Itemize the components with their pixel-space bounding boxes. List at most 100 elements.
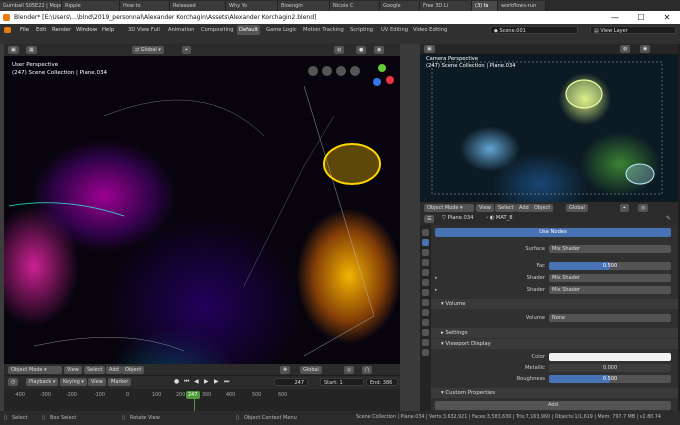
menu-help[interactable]: Help — [102, 24, 114, 36]
settings-section-header[interactable]: ▸ Settings — [431, 328, 678, 338]
blender-menu-icon[interactable] — [4, 27, 11, 33]
output-tab-icon[interactable] — [422, 259, 429, 266]
workspace-tab-scripting[interactable]: Scripting — [348, 25, 375, 35]
gizmo-z-axis-icon[interactable] — [373, 78, 381, 86]
end-frame-field[interactable]: End: 386 — [366, 378, 398, 386]
footer-transform-dropdown[interactable]: Global — [300, 366, 322, 374]
pivot-icon[interactable]: ✥ — [280, 366, 291, 374]
browser-tab[interactable]: Free 3D Li — [420, 1, 472, 11]
custom-properties-section-header[interactable]: ▾ Custom Properties — [431, 388, 678, 398]
minimize-button[interactable]: — — [606, 11, 624, 24]
expand-arrow-icon[interactable]: ▸ — [435, 285, 438, 295]
render-tab-icon[interactable] — [422, 249, 429, 256]
browser-tab[interactable]: Why Yo — [226, 1, 278, 11]
play-icon[interactable]: ▶ — [204, 378, 209, 385]
view-layer-selector[interactable]: ▤ View Layer — [590, 26, 676, 34]
constraints-tab-icon[interactable] — [422, 339, 429, 346]
world-tab-icon[interactable] — [422, 289, 429, 296]
volume-section-header[interactable]: ▾ Volume — [431, 299, 678, 309]
menu-select[interactable]: Select — [84, 366, 106, 374]
viewport-display-section-header[interactable]: ▾ Viewport Display — [431, 339, 678, 349]
surface-dropdown[interactable]: Mix Shader — [549, 245, 671, 253]
camera-viewport[interactable]: Camera Perspective (247) Scene Collectio… — [420, 54, 678, 202]
object-tab-icon[interactable] — [422, 299, 429, 306]
browser-tab-active[interactable]: (3) fa — [472, 1, 498, 11]
transform-orientation-dropdown[interactable]: ⇄ Global ▾ — [132, 46, 164, 54]
browser-tab[interactable]: Ripple — [62, 1, 120, 11]
menu-view[interactable]: View — [64, 366, 82, 374]
menu-add[interactable]: Add — [106, 366, 122, 374]
view-layer-tab-icon[interactable] — [422, 269, 429, 276]
marker-menu[interactable]: Marker — [108, 378, 132, 386]
browser-tab[interactable]: Google — [380, 1, 420, 11]
workspace-tab-compositing[interactable]: Compositing — [199, 25, 236, 35]
grid-view-icon[interactable] — [350, 66, 360, 76]
use-nodes-button[interactable]: Use Nodes — [435, 228, 671, 237]
browser-tab[interactable]: How to — [120, 1, 170, 11]
keying-menu[interactable]: Keying ▾ — [60, 378, 87, 386]
camera-proportional-icon[interactable]: ◎ — [638, 204, 649, 212]
physics-tab-icon[interactable] — [422, 329, 429, 336]
scene-selector[interactable]: ◆ Scene.001 — [490, 26, 578, 34]
camera-menu-add[interactable]: Add — [516, 204, 532, 212]
shader-dropdown-1[interactable]: Mix Shader — [549, 274, 671, 282]
jump-start-icon[interactable]: ⏮ — [184, 378, 189, 386]
jump-end-icon[interactable]: ⏭ — [224, 378, 229, 386]
data-tab-icon[interactable] — [422, 349, 429, 356]
menu-object[interactable]: Object — [122, 366, 145, 374]
expand-arrow-icon[interactable]: ▸ — [435, 273, 438, 283]
workspace-tab-animation[interactable]: Animation — [166, 25, 196, 35]
magnet-icon[interactable]: ⋂ — [362, 366, 373, 374]
camera-shading-icon[interactable]: ◉ — [640, 45, 651, 53]
prev-keyframe-icon[interactable]: ◀ — [194, 378, 199, 385]
shading-rendered-icon[interactable]: ◉ — [374, 46, 385, 54]
volume-dropdown[interactable]: None — [549, 314, 671, 322]
start-frame-field[interactable]: Start: 1 — [320, 378, 364, 386]
workspace-tab-motion-tracking[interactable]: Motion Tracking — [301, 25, 346, 35]
workspace-tab-3d-view-full[interactable]: 3D View Full — [126, 25, 162, 35]
camera-transform-dropdown[interactable]: Global — [566, 204, 588, 212]
browser-tab[interactable]: workflows-run — [498, 1, 546, 11]
camera-view-icon[interactable] — [336, 66, 346, 76]
workspace-tab-default[interactable]: Default — [237, 25, 260, 35]
shading-solid-icon[interactable]: ● — [356, 46, 367, 54]
metallic-slider[interactable]: 0.000 — [549, 364, 671, 372]
select-mode-icon[interactable]: ▦ — [26, 46, 37, 54]
menu-window[interactable]: Window — [76, 24, 97, 36]
camera-menu-view[interactable]: View — [476, 204, 494, 212]
close-button[interactable]: ✕ — [658, 11, 676, 24]
timeline-view-menu[interactable]: View — [88, 378, 106, 386]
overlay-icon[interactable]: ◍ — [334, 46, 345, 54]
editor-type-icon[interactable]: ▣ — [8, 46, 19, 54]
camera-menu-object[interactable]: Object — [531, 204, 554, 212]
object-mode-dropdown[interactable]: Object Mode ▾ — [8, 366, 62, 374]
pin-icon[interactable]: ✎ — [666, 215, 671, 222]
material-tab-icon[interactable] — [422, 239, 429, 246]
tool-tab-icon[interactable] — [422, 229, 429, 236]
playback-menu[interactable]: Playback ▾ — [26, 378, 59, 386]
pan-hand-icon[interactable] — [322, 66, 332, 76]
particles-tab-icon[interactable] — [422, 319, 429, 326]
camera-overlay-icon[interactable]: ◍ — [620, 45, 631, 53]
fac-slider[interactable]: 0.500 — [549, 262, 671, 270]
camera-editor-type-icon[interactable]: ▣ — [424, 45, 435, 53]
browser-tab[interactable]: Bioengin — [278, 1, 330, 11]
camera-object-mode-dropdown[interactable]: Object Mode ▾ — [424, 204, 474, 212]
next-keyframe-icon[interactable]: ▶ — [214, 378, 219, 385]
record-icon[interactable]: ● — [174, 378, 179, 385]
browser-tab[interactable]: Gumball S05E22 | Mopc — [0, 1, 62, 11]
menu-edit[interactable]: Edit — [36, 24, 46, 36]
proportional-edit-icon[interactable]: ◎ — [344, 366, 355, 374]
shader-dropdown-2[interactable]: Mix Shader — [549, 286, 671, 294]
modifier-tab-icon[interactable] — [422, 309, 429, 316]
workspace-tab-uv-editing[interactable]: UV Editing — [379, 25, 410, 35]
workspace-tab-game-logic[interactable]: Game Logic — [264, 25, 299, 35]
browser-tab[interactable]: Released — [170, 1, 226, 11]
timeline-scrub-area[interactable]: -400 -300 -200 -100 0 100 200 247 300 40… — [4, 389, 400, 411]
menu-render[interactable]: Render — [52, 24, 71, 36]
timeline-editor-icon[interactable]: ◷ — [8, 378, 19, 386]
gizmo-x-axis-icon[interactable] — [386, 76, 394, 84]
gizmo-y-axis-icon[interactable] — [378, 64, 386, 72]
zoom-icon[interactable] — [308, 66, 318, 76]
properties-editor-icon[interactable]: ☰ — [424, 215, 435, 223]
